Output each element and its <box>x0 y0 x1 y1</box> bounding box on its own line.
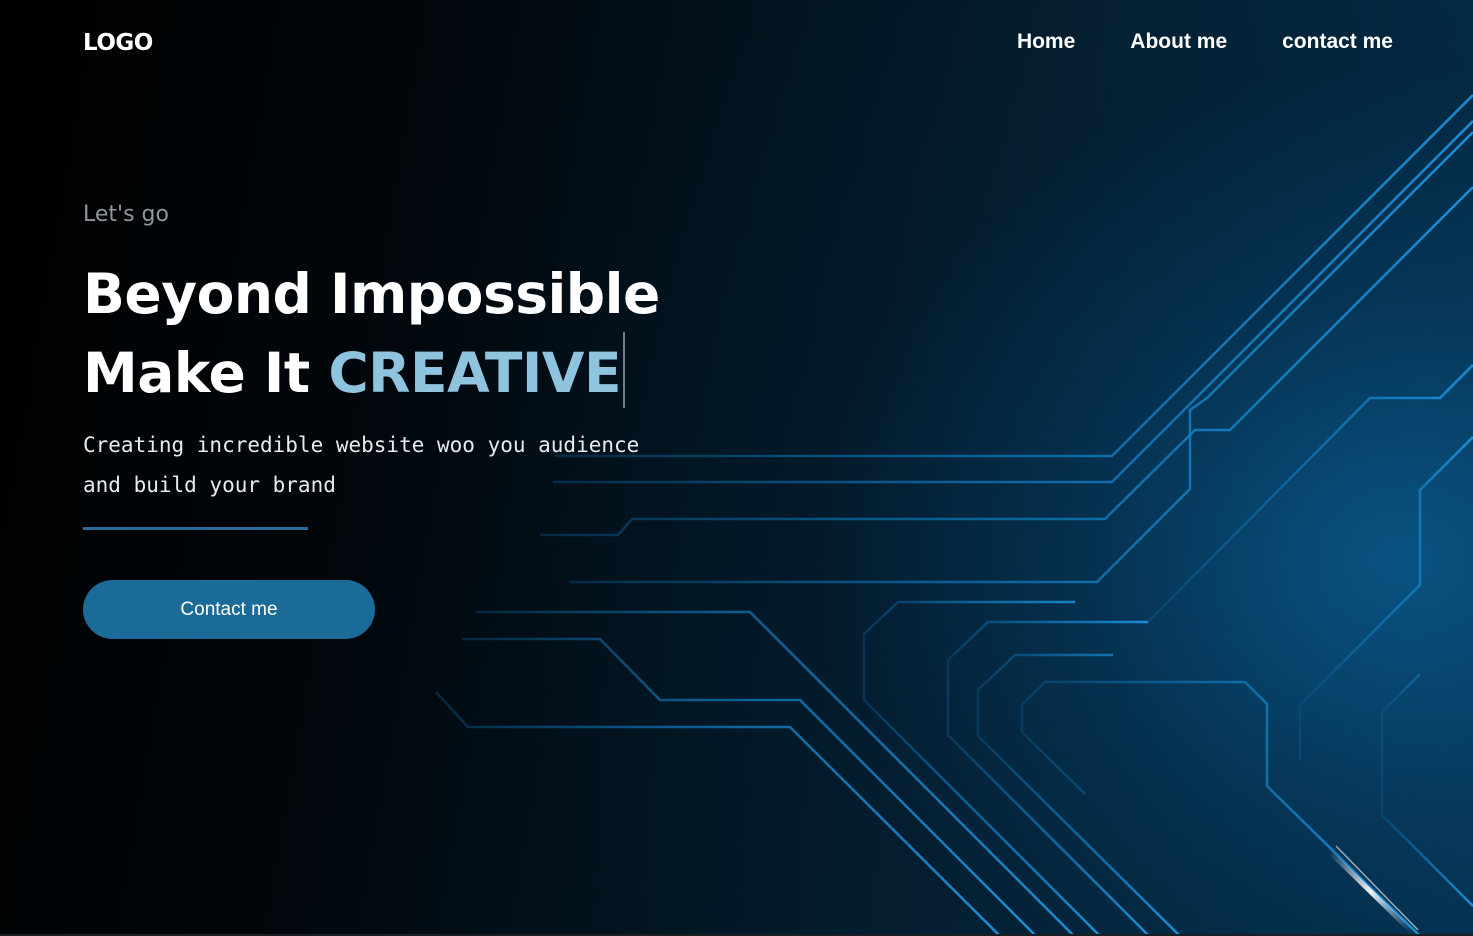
nav-link-contact-me[interactable]: contact me <box>1282 30 1393 54</box>
headline-accent-word: CREATIVE <box>328 341 622 405</box>
hero-content: Let's go Beyond Impossible Make It CREAT… <box>83 196 783 639</box>
top-navbar: LOGO Home About me contact me <box>83 28 1393 60</box>
nav-link-about-me[interactable]: About me <box>1130 30 1227 54</box>
description-line-1: Creating incredible website woo you audi… <box>83 433 640 457</box>
hero-description: Creating incredible website woo you audi… <box>83 425 703 505</box>
nav-link-home[interactable]: Home <box>1017 30 1075 54</box>
nav-links: Home About me contact me <box>962 30 1393 54</box>
contact-me-button[interactable]: Contact me <box>83 580 375 639</box>
description-line-2: and build your brand <box>83 473 336 497</box>
accent-divider <box>83 527 308 530</box>
headline-line-1: Beyond Impossible <box>83 262 660 326</box>
logo[interactable]: LOGO <box>83 30 153 56</box>
headline-line-2: Make It CREATIVE <box>83 332 783 411</box>
hero-eyebrow: Let's go <box>83 202 169 227</box>
hero-section: LOGO Home About me contact me Let's go B… <box>0 0 1473 936</box>
typing-cursor <box>623 332 626 408</box>
headline-prefix: Make It <box>83 341 329 405</box>
hero-headline: Beyond Impossible Make It CREATIVE <box>83 256 783 411</box>
